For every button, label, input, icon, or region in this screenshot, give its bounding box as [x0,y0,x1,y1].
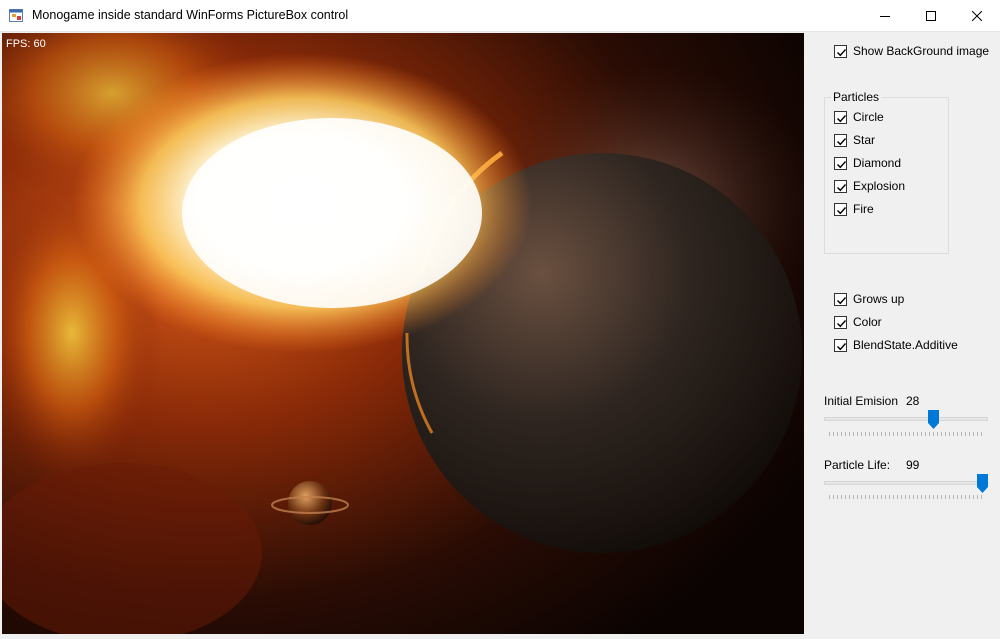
grows-up-checkbox[interactable]: Grows up [834,291,904,307]
particle-star-label: Star [853,133,876,147]
particle-circle-checkbox[interactable]: Circle [834,109,884,125]
check-icon [837,183,847,191]
check-icon [837,206,847,214]
slider-ticks [829,495,983,499]
maximize-button[interactable] [908,0,954,31]
checkbox-box[interactable] [834,44,847,58]
checkbox-box[interactable] [834,292,847,306]
close-icon [972,10,982,21]
blendstate-additive-label: BlendState.Additive [853,338,958,352]
particles-group-title: Particles [831,90,882,104]
fps-counter: FPS: 60 [6,38,46,50]
check-icon [837,48,847,56]
checkbox-box[interactable] [834,156,847,170]
check-icon [837,342,847,350]
maximize-icon [926,10,936,21]
title-bar[interactable]: Monogame inside standard WinForms Pictur… [0,0,1000,32]
slider-thumb[interactable] [977,474,988,493]
minimize-icon [880,15,890,17]
checkbox-box[interactable] [834,315,847,329]
slider-track[interactable] [824,481,988,485]
window-title: Monogame inside standard WinForms Pictur… [32,8,349,22]
particle-circle-label: Circle [853,110,884,124]
particle-explosion-checkbox[interactable]: Explosion [834,178,905,194]
check-icon [837,114,847,122]
blendstate-additive-checkbox[interactable]: BlendState.Additive [834,337,958,353]
checkbox-box[interactable] [834,110,847,124]
grows-up-label: Grows up [853,292,905,306]
slider-ticks [829,432,983,436]
bottom-border [0,634,806,639]
check-icon [837,296,847,304]
color-checkbox[interactable]: Color [834,314,882,330]
particle-life-label: Particle Life: [824,458,891,472]
slider-track[interactable] [824,417,988,421]
particle-star-checkbox[interactable]: Star [834,132,875,148]
checkbox-box[interactable] [834,202,847,216]
particle-fire-label: Fire [853,202,874,216]
show-background-checkbox[interactable]: Show BackGround image [834,43,989,59]
options-panel: Show BackGround image Particles Circle S… [806,33,1000,639]
close-button[interactable] [954,0,1000,31]
initial-emission-value: 28 [906,394,920,408]
game-picturebox[interactable]: FPS: 60 [2,33,804,634]
check-icon [837,137,847,145]
particle-explosion-label: Explosion [853,179,906,193]
show-background-label: Show BackGround image [853,44,990,58]
space-scene-image [2,33,804,634]
check-icon [837,160,847,168]
check-icon [837,319,847,327]
checkbox-box[interactable] [834,133,847,147]
particle-diamond-label: Diamond [853,156,902,170]
checkbox-box[interactable] [834,338,847,352]
winforms-app-icon[interactable] [9,9,23,22]
color-label: Color [853,315,882,329]
minimize-button[interactable] [862,0,908,31]
initial-emission-label: Initial Emision [824,394,899,408]
slider-thumb[interactable] [928,410,939,429]
particle-life-value: 99 [906,458,920,472]
particle-diamond-checkbox[interactable]: Diamond [834,155,901,171]
checkbox-box[interactable] [834,179,847,193]
particle-fire-checkbox[interactable]: Fire [834,201,874,217]
